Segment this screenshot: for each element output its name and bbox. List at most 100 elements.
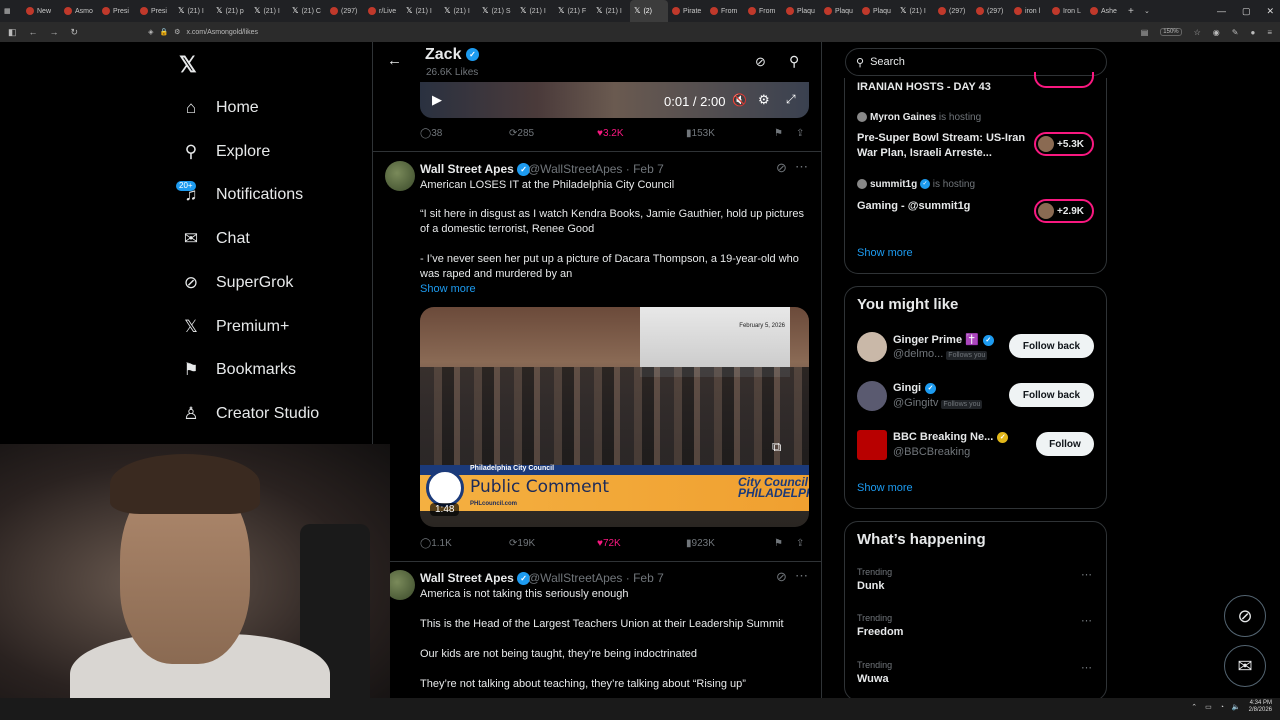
trend-name[interactable]: Dunk — [857, 580, 885, 592]
browser-tab[interactable]: Asmo — [60, 0, 98, 22]
browser-tab[interactable]: iron l — [1010, 0, 1048, 22]
extension-icon[interactable]: ✎ — [1232, 28, 1239, 37]
zoom-level[interactable]: 150% — [1160, 28, 1182, 36]
sidebar-item-creator-studio[interactable]: ♙ Creator Studio — [180, 404, 319, 424]
new-tab-button[interactable]: + — [1124, 0, 1140, 22]
bookmark-icon[interactable]: ⚑ — [774, 538, 783, 549]
avatar[interactable] — [857, 430, 887, 460]
follow-back-button[interactable]: Follow back — [1009, 383, 1094, 407]
reply-button[interactable]: ◯ 1.1K — [420, 538, 452, 549]
settings-icon[interactable]: ⚙ — [758, 92, 770, 108]
browser-tab[interactable]: Plaqu — [858, 0, 896, 22]
browser-tab[interactable]: Ashe — [1086, 0, 1124, 22]
tweet-handle[interactable]: @WallStreetApes · Feb 7 — [528, 162, 664, 176]
browser-tab[interactable]: Iron L — [1048, 0, 1086, 22]
sidebar-item-chat[interactable]: ✉ Chat — [180, 229, 250, 249]
menu-icon[interactable]: ≡ — [1267, 28, 1272, 37]
browser-tab[interactable]: From — [744, 0, 782, 22]
more-icon[interactable]: ⋯ — [1081, 661, 1092, 674]
network-icon[interactable]: ▭ — [1205, 703, 1212, 711]
fullscreen-icon[interactable]: ⤢ — [786, 92, 796, 107]
space-title[interactable]: IRANIAN HOSTS - DAY 43 — [857, 80, 1027, 95]
browser-tab[interactable]: From — [706, 0, 744, 22]
play-icon[interactable]: ▶ — [432, 92, 442, 108]
volume-icon[interactable]: 🔈 — [1232, 703, 1241, 711]
minimize-icon[interactable]: — — [1217, 6, 1226, 16]
chevron-up-icon[interactable]: ⌃ — [1191, 703, 1197, 711]
tab-search-chevron-icon[interactable]: ⌄ — [1140, 0, 1156, 22]
show-more-link[interactable]: Show more — [857, 247, 913, 259]
space-listeners-pill[interactable]: +2.9K — [1034, 199, 1094, 223]
video-player[interactable]: February 5, 2026 Philadelphia City Counc… — [420, 307, 809, 527]
sidebar-item-bookmarks[interactable]: ⚑ Bookmarks — [180, 360, 296, 380]
more-icon[interactable]: ⋯ — [1081, 614, 1092, 627]
more-icon[interactable]: ⋯ — [1081, 568, 1092, 581]
messages-fab-button[interactable]: ✉ — [1224, 645, 1266, 687]
browser-tab[interactable]: Presi — [136, 0, 174, 22]
maximize-icon[interactable]: ▢ — [1242, 6, 1251, 17]
back-arrow-icon[interactable]: ← — [387, 52, 402, 69]
browser-tab[interactable]: 𝕏 (21) F — [554, 0, 592, 22]
browser-tab[interactable]: Plaqu — [820, 0, 858, 22]
space-title[interactable]: Gaming - @summit1g — [857, 199, 1027, 214]
browser-tab[interactable]: 𝕏 (21) p — [212, 0, 250, 22]
star-icon[interactable]: ☆ — [1194, 28, 1201, 37]
clock[interactable]: 4:34 PM 2/8/2026 — [1249, 700, 1272, 714]
url-field[interactable]: ◈ 🔒 ⚙ x.com/Asmongold/likes — [148, 28, 258, 37]
like-button[interactable]: ♥ 3.2K — [597, 128, 624, 139]
wifi-icon[interactable]: ◔ — [1220, 704, 1224, 711]
sidebar-item-notifications[interactable]: ♫ Notifications — [180, 185, 304, 205]
browser-tab[interactable]: 𝕏 (21) I — [250, 0, 288, 22]
grok-icon[interactable]: ⊘ — [755, 54, 766, 70]
trend-name[interactable]: Freedom — [857, 626, 903, 638]
follow-button[interactable]: Follow — [1036, 432, 1094, 456]
reply-button[interactable]: ◯ 38 — [420, 128, 442, 139]
sidebar-toggle-icon[interactable]: ◧ — [8, 27, 17, 38]
suggestion-name[interactable]: Gingi ✓ — [893, 382, 937, 394]
browser-tab[interactable]: 𝕏 (21) C — [288, 0, 326, 22]
mute-icon[interactable]: 🔇 — [732, 93, 747, 107]
avatar[interactable] — [857, 332, 887, 362]
share-icon[interactable]: ⇪ — [796, 128, 804, 139]
trend-name[interactable]: Wuwa — [857, 673, 889, 685]
grok-icon[interactable]: ⊘ — [776, 160, 787, 176]
browser-tab[interactable]: 𝕏 (21) I — [402, 0, 440, 22]
sidebar-item-home[interactable]: ⌂ Home — [180, 98, 259, 118]
show-more-link[interactable]: Show more — [420, 283, 476, 295]
bookmark-icon[interactable]: ⚑ — [774, 128, 783, 139]
grok-icon[interactable]: ⊘ — [776, 569, 787, 585]
tab-strip-menu[interactable]: ▦ — [0, 0, 22, 22]
follow-back-button[interactable]: Follow back — [1009, 334, 1094, 358]
grok-fab-button[interactable]: ⊘ — [1224, 595, 1266, 637]
browser-tab[interactable]: 𝕏 (21) I — [174, 0, 212, 22]
extension-icon[interactable]: ● — [1250, 28, 1255, 37]
more-icon[interactable]: ⋯ — [795, 568, 808, 584]
space-title[interactable]: Pre-Super Bowl Stream: US-Iran War Plan,… — [857, 131, 1027, 161]
browser-tab[interactable]: 𝕏 (21) I — [516, 0, 554, 22]
browser-tab[interactable]: r/Live — [364, 0, 402, 22]
avatar[interactable] — [857, 381, 887, 411]
browser-tab[interactable]: New — [22, 0, 60, 22]
forward-icon[interactable]: → — [50, 27, 59, 38]
browser-tab[interactable]: Pirate — [668, 0, 706, 22]
browser-tab[interactable]: (297) — [972, 0, 1010, 22]
browser-tab[interactable]: (297) — [326, 0, 364, 22]
pip-icon[interactable]: ⧉ — [772, 439, 781, 455]
sidebar-item-premium[interactable]: 𝕏 Premium+ — [180, 317, 289, 337]
search-icon[interactable]: ⚲ — [789, 53, 799, 70]
browser-tab[interactable]: (297) — [934, 0, 972, 22]
tweet-handle[interactable]: @WallStreetApes · Feb 7 — [528, 571, 664, 585]
browser-tab[interactable]: 𝕏 (21) I — [592, 0, 630, 22]
reload-icon[interactable]: ↻ — [71, 27, 79, 38]
sidebar-item-supergrok[interactable]: ⊘ SuperGrok — [180, 273, 294, 293]
views-button[interactable]: ▮ 923K — [686, 538, 715, 549]
suggestion-name[interactable]: Ginger Prime ✝️ ✓ — [893, 333, 994, 346]
video-player[interactable]: ▶ 0:01 / 2:00 🔇 ⚙ ⤢ — [420, 82, 809, 118]
retweet-button[interactable]: ⟳ 19K — [509, 538, 535, 549]
browser-tab[interactable]: Presi — [98, 0, 136, 22]
sidebar-item-explore[interactable]: ⚲ Explore — [180, 142, 270, 162]
avatar[interactable] — [385, 161, 415, 191]
tweet-author[interactable]: Wall Street Apes ✓ — [420, 162, 531, 177]
account-icon[interactable]: ◉ — [1213, 28, 1220, 37]
browser-tab[interactable]: 𝕏 (21) S — [478, 0, 516, 22]
